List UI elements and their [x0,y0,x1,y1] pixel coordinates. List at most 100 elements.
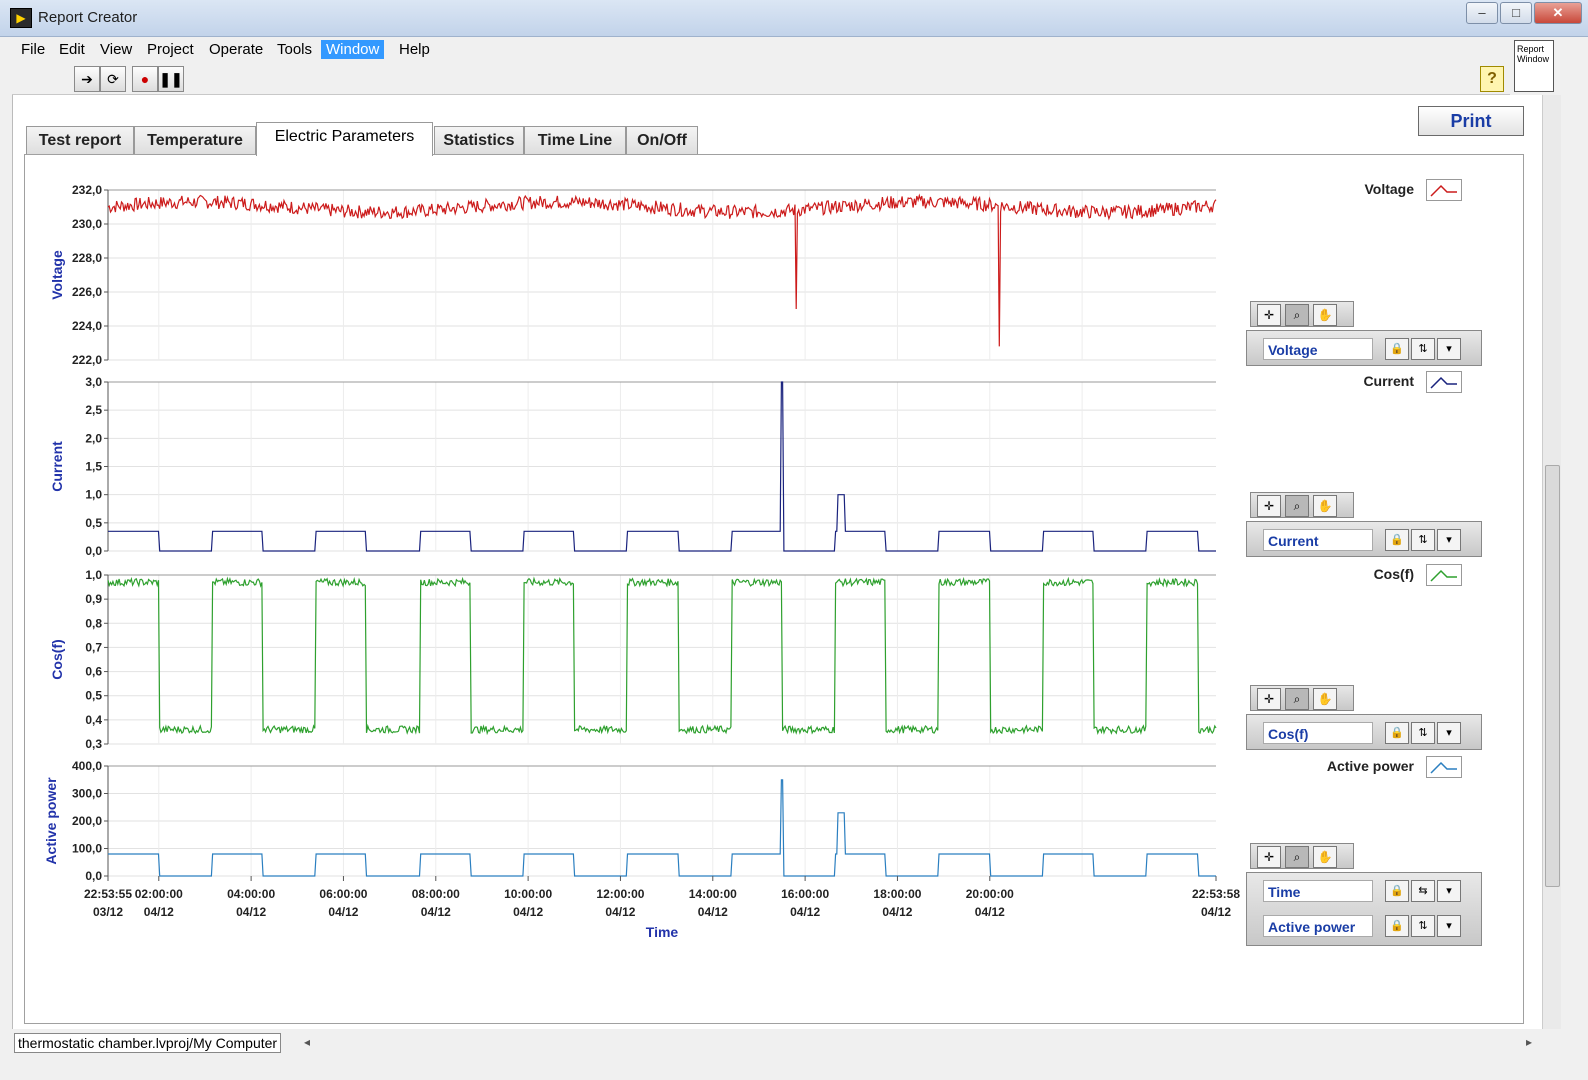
y-tick-label: 0,7 [85,640,102,654]
pan-hand-icon[interactable]: ✋ [1313,495,1337,517]
x-tick-label: 22:53:58 [1192,887,1240,901]
scale-name-time[interactable]: Time [1263,880,1373,902]
graph-palette-cosf: ✛ ⌕ ✋ [1250,685,1354,711]
format-icon[interactable]: ▾ [1437,529,1461,551]
x-tick-date: 04/12 [698,905,728,919]
x-tick-label: 16:00:00 [781,887,829,901]
zoom-icon[interactable]: ⌕ [1285,688,1309,710]
format-icon[interactable]: ▾ [1437,880,1461,902]
x-tick-date: 04/12 [1201,905,1231,919]
legend-cosf-label: Cos(f) [1373,566,1414,582]
x-tick-date: 04/12 [328,905,358,919]
format-icon[interactable]: ▾ [1437,722,1461,744]
x-tick-date: 04/12 [421,905,451,919]
x-tick-date: 04/12 [605,905,635,919]
y-tick-label: 226,0 [72,285,102,299]
pan-hand-icon[interactable]: ✋ [1313,304,1337,326]
x-tick-date: 04/12 [513,905,543,919]
x-tick-label: 08:00:00 [412,887,460,901]
y-tick-label: 2,0 [85,431,102,445]
y-tick-label: 0,9 [85,592,102,606]
x-tick-date: 04/12 [236,905,266,919]
graph-palette-power: ✛ ⌕ ✋ [1250,843,1354,869]
y-tick-label: 0,6 [85,665,102,679]
y-tick-label: 300,0 [72,787,102,801]
autoscale-icon[interactable]: ⇅ [1411,338,1435,360]
cursor-move-icon[interactable]: ✛ [1257,495,1281,517]
y-tick-label: 0,0 [85,544,102,558]
scale-name-power[interactable]: Active power [1263,915,1373,937]
legend-voltage-swatch[interactable] [1426,179,1462,201]
x-tick-label: 14:00:00 [689,887,737,901]
x-tick-label: 18:00:00 [873,887,921,901]
y-axis-title: Current [49,441,65,492]
scale-name-voltage[interactable]: Voltage [1263,338,1373,360]
x-tick-date: 04/12 [790,905,820,919]
cursor-move-icon[interactable]: ✛ [1257,688,1281,710]
scale-name-cosf[interactable]: Cos(f) [1263,722,1373,744]
y-tick-label: 0,3 [85,737,102,751]
y-tick-label: 2,5 [85,403,102,417]
series-line-voltage [107,193,1217,347]
scroll-right-icon[interactable]: ▸ [1526,1035,1532,1049]
tab-electric-parameters[interactable]: Electric Parameters [256,122,433,156]
autoscale-icon[interactable]: ⇅ [1411,722,1435,744]
scale-legend-voltage: Voltage 🔒 ⇅ ▾ [1246,330,1482,366]
y-tick-label: 224,0 [72,319,102,333]
zoom-icon[interactable]: ⌕ [1285,495,1309,517]
autoscale-icon[interactable]: ⇅ [1411,529,1435,551]
scale-legend-cosf: Cos(f) 🔒 ⇅ ▾ [1246,714,1482,750]
y-axis-title: Voltage [49,250,65,300]
legend-current-swatch[interactable] [1426,371,1462,393]
y-tick-label: 200,0 [72,814,102,828]
format-icon[interactable]: ▾ [1437,915,1461,937]
y-tick-label: 400,0 [72,759,102,773]
cursor-move-icon[interactable]: ✛ [1257,846,1281,868]
cursor-move-icon[interactable]: ✛ [1257,304,1281,326]
pan-hand-icon[interactable]: ✋ [1313,688,1337,710]
y-tick-label: 222,0 [72,353,102,367]
legend-voltage-label: Voltage [1364,181,1414,197]
zoom-icon[interactable]: ⌕ [1285,846,1309,868]
x-tick-date: 03/12 [93,905,123,919]
series-line-cosf [107,576,1217,736]
x-tick-date: 04/12 [144,905,174,919]
status-bar: thermostatic chamber.lvproj/My Computer … [12,1032,1560,1054]
scale-legend-time-power: Time 🔒 ⇆ ▾ Active power 🔒 ⇅ ▾ [1246,872,1482,946]
format-icon[interactable]: ▾ [1437,338,1461,360]
x-tick-date: 04/12 [975,905,1005,919]
y-tick-label: 1,5 [85,460,102,474]
legend-cosf-swatch[interactable] [1426,564,1462,586]
x-tick-label: 02:00:00 [135,887,183,901]
x-tick-label: 04:00:00 [227,887,275,901]
x-tick-label: 22:53:55 [84,887,132,901]
y-tick-label: 1,0 [85,488,102,502]
y-tick-label: 228,0 [72,251,102,265]
graph-palette-current: ✛ ⌕ ✋ [1250,492,1354,518]
lock-icon[interactable]: 🔒 [1385,338,1409,360]
lock-icon[interactable]: 🔒 [1385,722,1409,744]
zoom-icon[interactable]: ⌕ [1285,304,1309,326]
autoscale-icon[interactable]: ⇅ [1411,915,1435,937]
y-tick-label: 100,0 [72,842,102,856]
pan-hand-icon[interactable]: ✋ [1313,846,1337,868]
y-tick-label: 0,5 [85,689,102,703]
lock-icon[interactable]: 🔒 [1385,880,1409,902]
legend-current-label: Current [1363,373,1414,389]
y-tick-label: 230,0 [72,217,102,231]
scale-name-current[interactable]: Current [1263,529,1373,551]
x-tick-label: 12:00:00 [596,887,644,901]
x-axis-title: Time [646,924,679,940]
legend-active-power-swatch[interactable] [1426,756,1462,778]
scroll-left-icon[interactable]: ◂ [304,1035,310,1049]
lock-icon[interactable]: 🔒 [1385,529,1409,551]
x-tick-label: 10:00:00 [504,887,552,901]
lock-icon[interactable]: 🔒 [1385,915,1409,937]
autoscale-icon[interactable]: ⇆ [1411,880,1435,902]
y-tick-label: 0,4 [85,713,102,727]
y-tick-label: 0,0 [85,869,102,883]
scale-legend-current: Current 🔒 ⇅ ▾ [1246,521,1482,557]
series-line-power [108,779,1216,877]
y-tick-label: 3,0 [85,375,102,389]
legend-active-power-label: Active power [1326,758,1414,774]
